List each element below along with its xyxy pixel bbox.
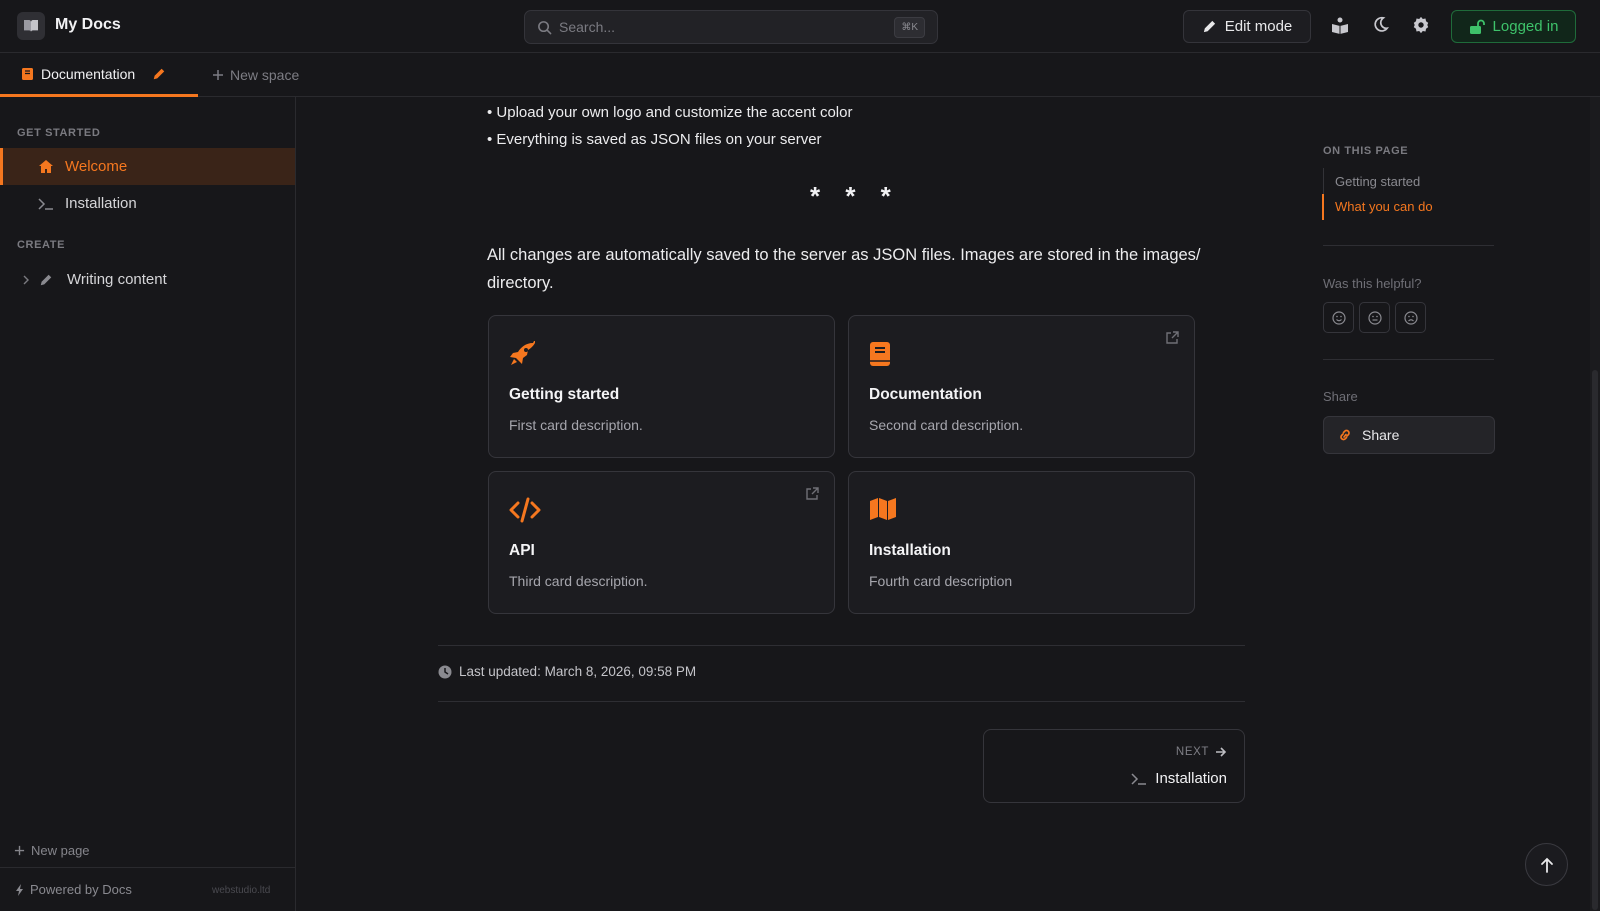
feedback-neutral-button[interactable] xyxy=(1359,302,1390,333)
external-link-icon[interactable] xyxy=(805,487,819,501)
card-description: Fourth card description xyxy=(869,573,1013,589)
edit-mode-label: Edit mode xyxy=(1224,18,1293,35)
card-title: Installation xyxy=(869,542,951,559)
sidebar-section-title: GET STARTED xyxy=(17,127,101,139)
card-api[interactable]: API Third card description. xyxy=(488,471,835,614)
card-getting-started[interactable]: Getting started First card description. xyxy=(488,315,835,458)
chevron-right-icon[interactable] xyxy=(21,275,31,285)
sidebar: GET STARTED Welcome Installation CREATE … xyxy=(0,97,296,911)
next-title-text: Installation xyxy=(1155,770,1227,787)
powered-by-link[interactable]: Powered by Docs xyxy=(15,882,132,897)
neutral-face-icon xyxy=(1367,310,1382,325)
divider xyxy=(438,645,1245,646)
top-bar: My Docs Search... ⌘K Edit mode Logged in xyxy=(0,0,1600,53)
new-page-button[interactable]: New page xyxy=(14,843,90,858)
search-input[interactable]: Search... ⌘K xyxy=(524,10,938,44)
back-to-top-button[interactable] xyxy=(1525,843,1568,886)
tab-documentation[interactable]: Documentation xyxy=(0,54,198,97)
edit-space-icon[interactable] xyxy=(152,67,166,81)
edit-mode-button[interactable]: Edit mode xyxy=(1183,10,1311,43)
app-title[interactable]: My Docs xyxy=(55,16,121,34)
feedback-happy-button[interactable] xyxy=(1323,302,1354,333)
scrollbar-thumb[interactable] xyxy=(1592,370,1598,910)
card-documentation[interactable]: Documentation Second card description. xyxy=(848,315,1195,458)
sidebar-item-label: Welcome xyxy=(65,158,128,175)
sidebar-footer: Powered by Docs webstudio.ltd xyxy=(0,867,295,911)
card-installation[interactable]: Installation Fourth card description xyxy=(848,471,1195,614)
gear-icon[interactable] xyxy=(1412,16,1430,34)
card-description: Third card description. xyxy=(509,573,648,589)
plus-icon xyxy=(212,69,224,81)
unlock-icon xyxy=(1469,19,1485,35)
sidebar-item-label: Installation xyxy=(65,195,137,212)
domain-note: webstudio.ltd xyxy=(212,885,271,896)
bolt-icon xyxy=(15,883,25,896)
logged-in-button[interactable]: Logged in xyxy=(1451,10,1576,43)
rocket-icon xyxy=(509,341,535,367)
content-paragraph: All changes are automatically saved to t… xyxy=(487,246,1201,292)
external-link-icon[interactable] xyxy=(1165,331,1179,345)
divider xyxy=(1323,245,1494,246)
terminal-icon xyxy=(1131,772,1147,786)
share-button[interactable]: Share xyxy=(1323,416,1495,454)
plus-icon xyxy=(14,845,25,856)
next-label-text: NEXT xyxy=(1175,746,1209,758)
sidebar-item-writing-content[interactable]: Writing content xyxy=(0,261,295,298)
card-description: Second card description. xyxy=(869,417,1024,433)
next-page-link[interactable]: NEXT Installation xyxy=(983,729,1245,803)
search-shortcut-badge: ⌘K xyxy=(894,17,925,38)
search-icon xyxy=(537,20,552,35)
tab-label: Documentation xyxy=(41,66,136,82)
bullet-item: • Upload your own logo and customize the… xyxy=(487,104,853,121)
reader-icon[interactable] xyxy=(1331,16,1349,34)
section-separator: * * * xyxy=(810,181,900,211)
clock-icon xyxy=(438,665,452,679)
toc-heading: ON THIS PAGE xyxy=(1323,145,1409,157)
helpful-label: Was this helpful? xyxy=(1323,276,1422,291)
card-title: API xyxy=(509,542,535,559)
last-updated: Last updated: March 8, 2026, 09:58 PM xyxy=(438,664,696,679)
toc-item-what-you-can-do[interactable]: What you can do xyxy=(1335,199,1433,214)
divider xyxy=(438,701,1245,702)
toc-item-getting-started[interactable]: Getting started xyxy=(1335,174,1420,189)
share-heading: Share xyxy=(1323,389,1358,404)
sad-face-icon xyxy=(1403,310,1418,325)
sidebar-item-installation[interactable]: Installation xyxy=(0,185,295,222)
logged-in-label: Logged in xyxy=(1492,18,1559,35)
next-title: Installation xyxy=(1131,770,1227,787)
last-updated-text: Last updated: March 8, 2026, 09:58 PM xyxy=(459,664,697,679)
powered-by-label: Powered by Docs xyxy=(30,882,132,897)
bullet-item: • Everything is saved as JSON files on y… xyxy=(487,131,822,148)
card-title: Documentation xyxy=(869,386,982,403)
smile-icon xyxy=(1331,310,1346,325)
search-placeholder: Search... xyxy=(559,19,616,35)
divider xyxy=(1323,359,1494,360)
space-tabs: Documentation New space xyxy=(0,54,1600,97)
card-title: Getting started xyxy=(509,386,620,403)
pencil-icon xyxy=(1202,19,1217,34)
new-page-label: New page xyxy=(31,843,90,858)
moon-icon[interactable] xyxy=(1372,16,1389,33)
link-icon xyxy=(1337,428,1353,442)
book-icon xyxy=(869,341,891,367)
new-space-button[interactable]: New space xyxy=(212,67,299,83)
book-logo-icon[interactable] xyxy=(17,12,45,40)
arrow-right-icon xyxy=(1215,746,1227,758)
code-icon xyxy=(509,497,541,523)
toc-active-indicator xyxy=(1322,194,1324,220)
sidebar-item-label: Writing content xyxy=(67,271,167,288)
arrow-up-icon xyxy=(1540,857,1554,873)
feedback-sad-button[interactable] xyxy=(1395,302,1426,333)
home-icon xyxy=(37,158,55,176)
card-description: First card description. xyxy=(509,417,643,433)
share-button-label: Share xyxy=(1362,427,1400,443)
pencil-icon xyxy=(37,271,55,289)
sidebar-section-title: CREATE xyxy=(17,239,66,251)
book-icon xyxy=(21,67,34,81)
map-icon xyxy=(869,497,897,521)
next-label: NEXT xyxy=(1176,746,1227,758)
sidebar-item-welcome[interactable]: Welcome xyxy=(0,148,295,185)
new-space-label: New space xyxy=(230,67,300,83)
terminal-icon xyxy=(37,195,55,213)
